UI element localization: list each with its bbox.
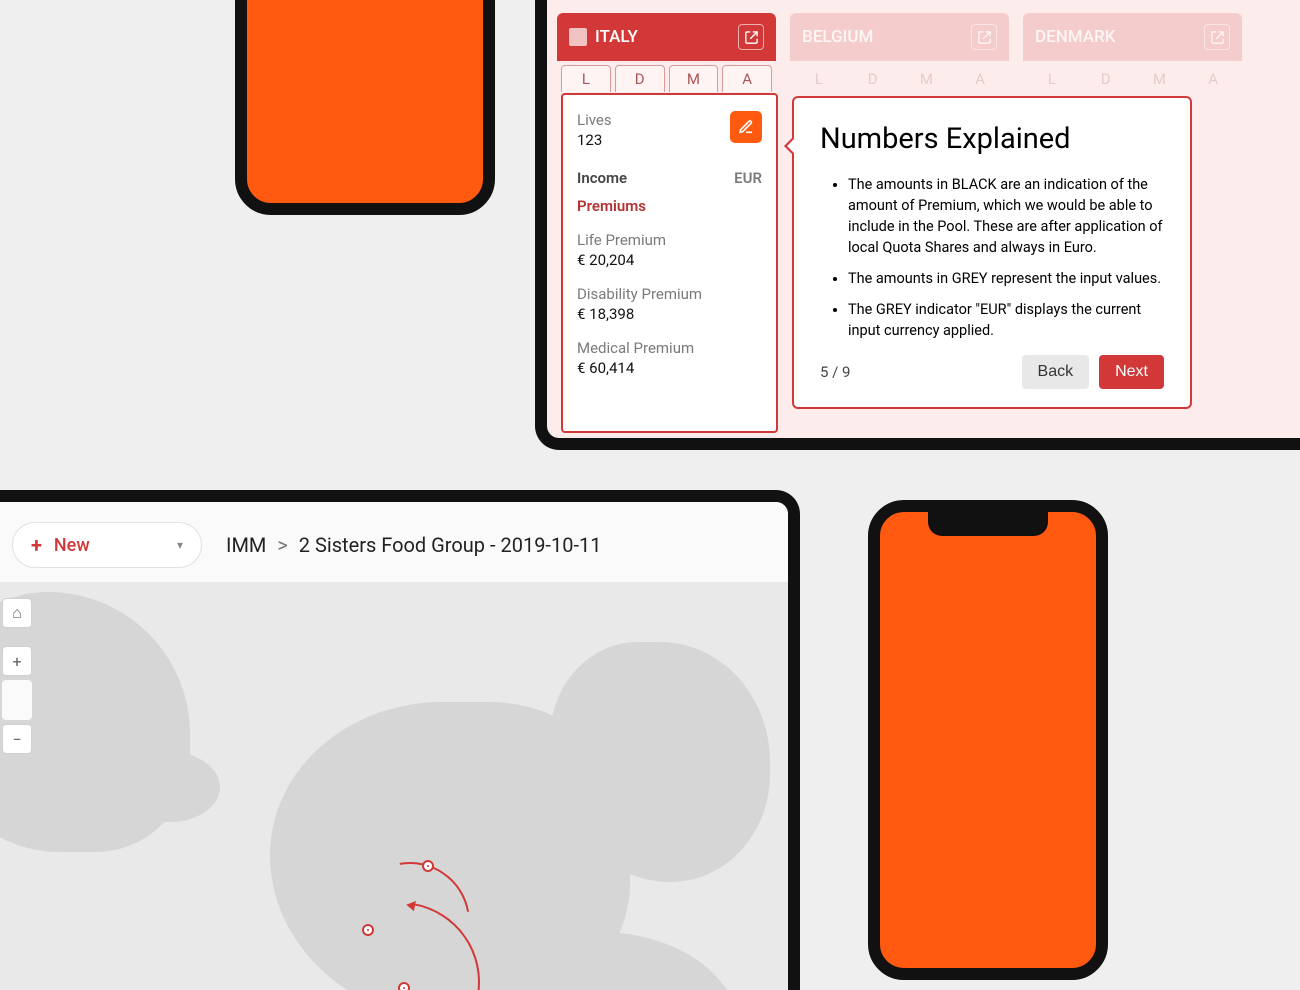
home-button[interactable]: ⌂ <box>2 598 32 628</box>
home-icon: ⌂ <box>12 603 22 623</box>
zoom-out-button[interactable]: − <box>2 724 32 754</box>
premium-item-value: € 60,414 <box>577 359 762 377</box>
lives-value: 123 <box>577 131 612 149</box>
world-map[interactable]: ⌂ + − <box>0 582 788 990</box>
tab-d[interactable]: D <box>615 65 665 92</box>
edit-button[interactable] <box>730 111 762 143</box>
tablet-mockup-top: ITALY L D M A BELGIUM <box>535 0 1300 450</box>
open-external-icon[interactable] <box>1204 24 1230 50</box>
open-external-icon[interactable] <box>971 24 997 50</box>
tab-d[interactable]: D <box>1081 65 1131 92</box>
building-icon <box>569 28 587 46</box>
premium-item-label: Life Premium <box>577 231 762 249</box>
chevron-down-icon: ▾ <box>177 538 183 552</box>
tab-d[interactable]: D <box>848 65 898 92</box>
landmass <box>120 752 220 822</box>
plus-icon: + <box>31 533 42 557</box>
minus-icon: − <box>12 730 21 749</box>
detail-panel: Lives 123 Income EUR Premiums Life Premi… <box>561 93 778 433</box>
country-card-belgium[interactable]: BELGIUM L D M A <box>790 13 1009 92</box>
map-controls: ⌂ + − <box>2 598 32 754</box>
plus-icon: + <box>12 652 21 671</box>
country-tab-strip: ITALY L D M A BELGIUM <box>557 13 1300 92</box>
premium-item-label: Medical Premium <box>577 339 762 357</box>
phone-notch <box>928 512 1048 536</box>
country-card-italy[interactable]: ITALY L D M A <box>557 13 776 92</box>
tab-m[interactable]: M <box>1135 65 1185 92</box>
tab-l[interactable]: L <box>1027 65 1077 92</box>
tooltip-bullet: The GREY indicator "EUR" displays the cu… <box>848 299 1164 341</box>
premium-item-value: € 20,204 <box>577 251 762 269</box>
country-name: BELGIUM <box>802 27 873 47</box>
tab-a[interactable]: A <box>955 65 1005 92</box>
currency-indicator: EUR <box>734 169 762 187</box>
open-external-icon[interactable] <box>738 24 764 50</box>
tooltip-step: 5 / 9 <box>820 363 851 381</box>
map-header: + New ▾ IMM > 2 Sisters Food Group - 201… <box>0 502 788 585</box>
breadcrumb-item[interactable]: 2 Sisters Food Group - 2019-10-11 <box>299 533 602 557</box>
tablet-mockup-bottom: + New ▾ IMM > 2 Sisters Food Group - 201… <box>0 490 800 990</box>
phone-mockup-bottom <box>868 500 1108 980</box>
tab-m[interactable]: M <box>669 65 719 92</box>
tab-a[interactable]: A <box>1188 65 1238 92</box>
tab-m[interactable]: M <box>902 65 952 92</box>
breadcrumb-sep: > <box>277 533 287 557</box>
new-label: New <box>54 535 90 556</box>
breadcrumb-root[interactable]: IMM <box>226 533 266 557</box>
next-button[interactable]: Next <box>1099 355 1164 389</box>
back-button[interactable]: Back <box>1022 355 1090 389</box>
zoom-track[interactable] <box>2 680 32 720</box>
tooltip-title: Numbers Explained <box>820 122 1164 156</box>
tooltip-bullet: The amounts in GREY represent the input … <box>848 268 1164 289</box>
country-name: DENMARK <box>1035 27 1116 47</box>
tab-l[interactable]: L <box>561 65 611 92</box>
map-node[interactable] <box>398 982 410 990</box>
country-name: ITALY <box>595 27 638 47</box>
map-node[interactable] <box>362 924 374 936</box>
zoom-in-button[interactable]: + <box>2 646 32 676</box>
breadcrumb: IMM > 2 Sisters Food Group - 2019-10-11 <box>226 533 601 557</box>
lives-label: Lives <box>577 111 612 129</box>
tab-l[interactable]: L <box>794 65 844 92</box>
country-card-denmark[interactable]: DENMARK L D M A <box>1023 13 1242 92</box>
map-node[interactable] <box>422 860 434 872</box>
phone-mockup-top <box>235 0 495 215</box>
tab-a[interactable]: A <box>722 65 772 92</box>
walkthrough-tooltip: Numbers Explained The amounts in BLACK a… <box>792 96 1192 409</box>
premiums-label: Premiums <box>577 197 762 215</box>
new-button[interactable]: + New ▾ <box>12 522 202 568</box>
income-label: Income <box>577 169 627 187</box>
premium-item-label: Disability Premium <box>577 285 762 303</box>
premium-item-value: € 18,398 <box>577 305 762 323</box>
tooltip-bullet: The amounts in BLACK are an indication o… <box>848 174 1164 258</box>
